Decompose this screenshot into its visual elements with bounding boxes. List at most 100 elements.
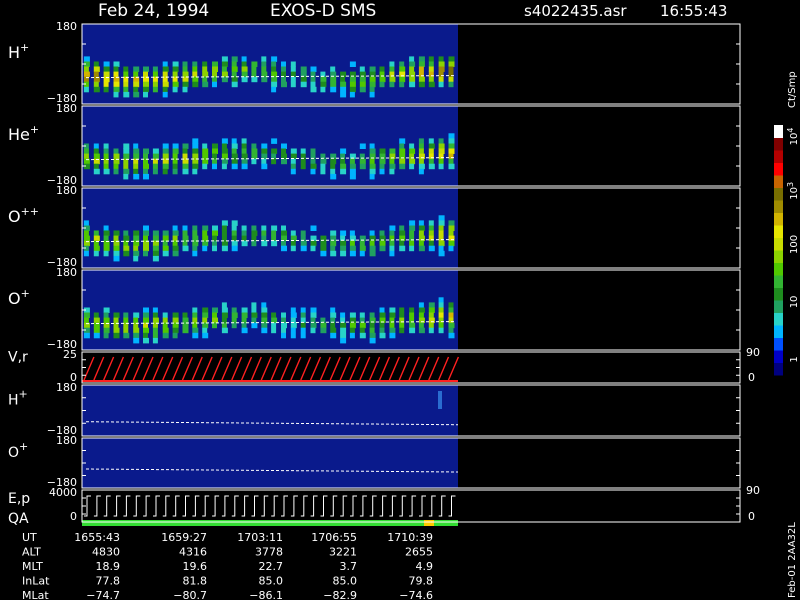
y-tick-label: 180	[56, 434, 77, 447]
spectrogram-cell	[290, 168, 296, 175]
spectrogram-cell	[133, 327, 140, 334]
spectrogram-cell	[330, 81, 337, 88]
spectrogram-cell	[212, 312, 217, 318]
spectrogram-cell	[261, 240, 268, 247]
spectrogram-cell	[113, 86, 120, 93]
spectrogram-cell	[202, 307, 209, 313]
spectrogram-cell	[103, 317, 110, 324]
spectrogram-cell	[143, 173, 149, 180]
spectrogram-cell	[93, 312, 99, 318]
spectrogram-cell	[123, 317, 129, 324]
spectrogram-cell	[399, 230, 406, 236]
spectrogram-cell	[113, 153, 120, 160]
spectrogram-cell	[359, 240, 365, 247]
spectrogram-cell	[379, 66, 385, 72]
spectrogram-cell	[290, 332, 296, 339]
spectrogram-cell	[428, 163, 435, 170]
spectrogram-cell	[261, 158, 267, 165]
spectrogram-cell	[113, 81, 120, 88]
spectrogram-cell	[162, 61, 168, 67]
spectrogram-cell	[281, 81, 287, 88]
spectrogram-cell	[123, 230, 129, 236]
spectrogram-cell	[182, 163, 189, 170]
spectrogram-cell	[152, 148, 159, 154]
spectrogram-cell	[320, 245, 327, 252]
spectrogram-cell	[202, 66, 208, 72]
spectrogram-cell	[428, 302, 435, 308]
spectrogram-cell	[369, 148, 376, 154]
spectrogram-cell	[103, 235, 109, 242]
spectrogram-cell	[192, 312, 198, 318]
spectrogram-cell	[83, 148, 89, 154]
spectrogram-cell	[369, 168, 376, 175]
spectrogram-cell	[271, 66, 277, 72]
spectrogram-cell	[162, 168, 168, 175]
spectrogram-cell	[271, 230, 277, 236]
spectrogram-cell	[221, 312, 228, 318]
spectrogram-cell	[152, 230, 159, 236]
spectrogram-cell	[340, 327, 347, 334]
spectrogram-cell	[231, 81, 238, 88]
spectrogram-cell	[271, 138, 278, 144]
spectrogram-cell	[241, 76, 248, 83]
spectrogram-cell	[192, 332, 199, 339]
spectrogram-cell	[448, 163, 455, 170]
spectrogram-cell	[418, 143, 424, 149]
spectrogram-cell	[409, 245, 415, 252]
orbit-cell: 3221	[329, 546, 357, 559]
spectrogram-cell	[231, 312, 238, 318]
spectrogram-cell	[418, 168, 424, 175]
spectrogram-cell	[133, 255, 139, 262]
spectrogram-cell	[409, 307, 415, 313]
spectrogram-cell	[93, 143, 99, 149]
spectrogram-cell	[418, 158, 424, 165]
spectrogram-cell	[438, 312, 444, 318]
spectrogram-cell	[202, 143, 208, 149]
spectrogram-cell	[310, 245, 316, 252]
colorbar-swatch	[774, 325, 783, 338]
spectrogram-cell	[379, 230, 385, 236]
spectrogram-cell	[409, 143, 415, 149]
colorbar-swatch	[774, 250, 783, 263]
spectrogram-cell	[93, 153, 100, 160]
colorbar-swatch	[774, 162, 783, 176]
spectrogram-cell	[448, 245, 454, 252]
spectrogram-cell	[192, 245, 198, 252]
spectrogram-cell	[438, 61, 445, 67]
spectrogram-cell	[172, 317, 179, 324]
spectrogram-cell	[83, 86, 89, 93]
spectrogram-cell	[399, 327, 405, 334]
spectrogram-cell	[212, 240, 217, 247]
spectrogram-cell	[192, 307, 198, 313]
spectrogram-cell	[123, 332, 130, 339]
spectrogram-cell	[182, 317, 189, 324]
spectrogram-cell	[212, 307, 218, 313]
spectrogram-cell	[212, 71, 217, 78]
spectrogram-cell	[330, 66, 336, 72]
spectrogram-cell	[172, 250, 179, 257]
spectrogram-cell	[192, 158, 199, 165]
spectrogram-cell	[93, 61, 99, 67]
spectrogram-cell	[281, 76, 286, 83]
spectrogram-cell	[281, 332, 286, 339]
spectrogram-cell	[310, 86, 317, 93]
spectrogram-cell	[231, 163, 238, 170]
spectrogram-cell	[300, 240, 307, 247]
spectrogram-cell	[389, 307, 396, 313]
spectrogram-cell	[231, 66, 238, 72]
spectrogram-cell	[369, 332, 376, 339]
spectrogram-cell	[428, 153, 434, 160]
spectrogram-cell	[340, 86, 347, 93]
spectrogram-cell	[349, 91, 355, 98]
spectrogram-cell	[113, 245, 120, 252]
colorbar-swatch	[774, 362, 783, 376]
spectrogram-cell	[438, 71, 444, 78]
spectrogram-cell	[438, 143, 445, 149]
spectrogram-cell	[359, 158, 366, 165]
spectrogram-cell	[162, 81, 169, 88]
spectrogram-cell	[192, 168, 198, 175]
spectrogram-cell	[241, 327, 248, 334]
spectrogram-cell	[93, 81, 99, 88]
spectrogram-cell	[418, 240, 424, 247]
spectrogram-cell	[320, 158, 327, 165]
